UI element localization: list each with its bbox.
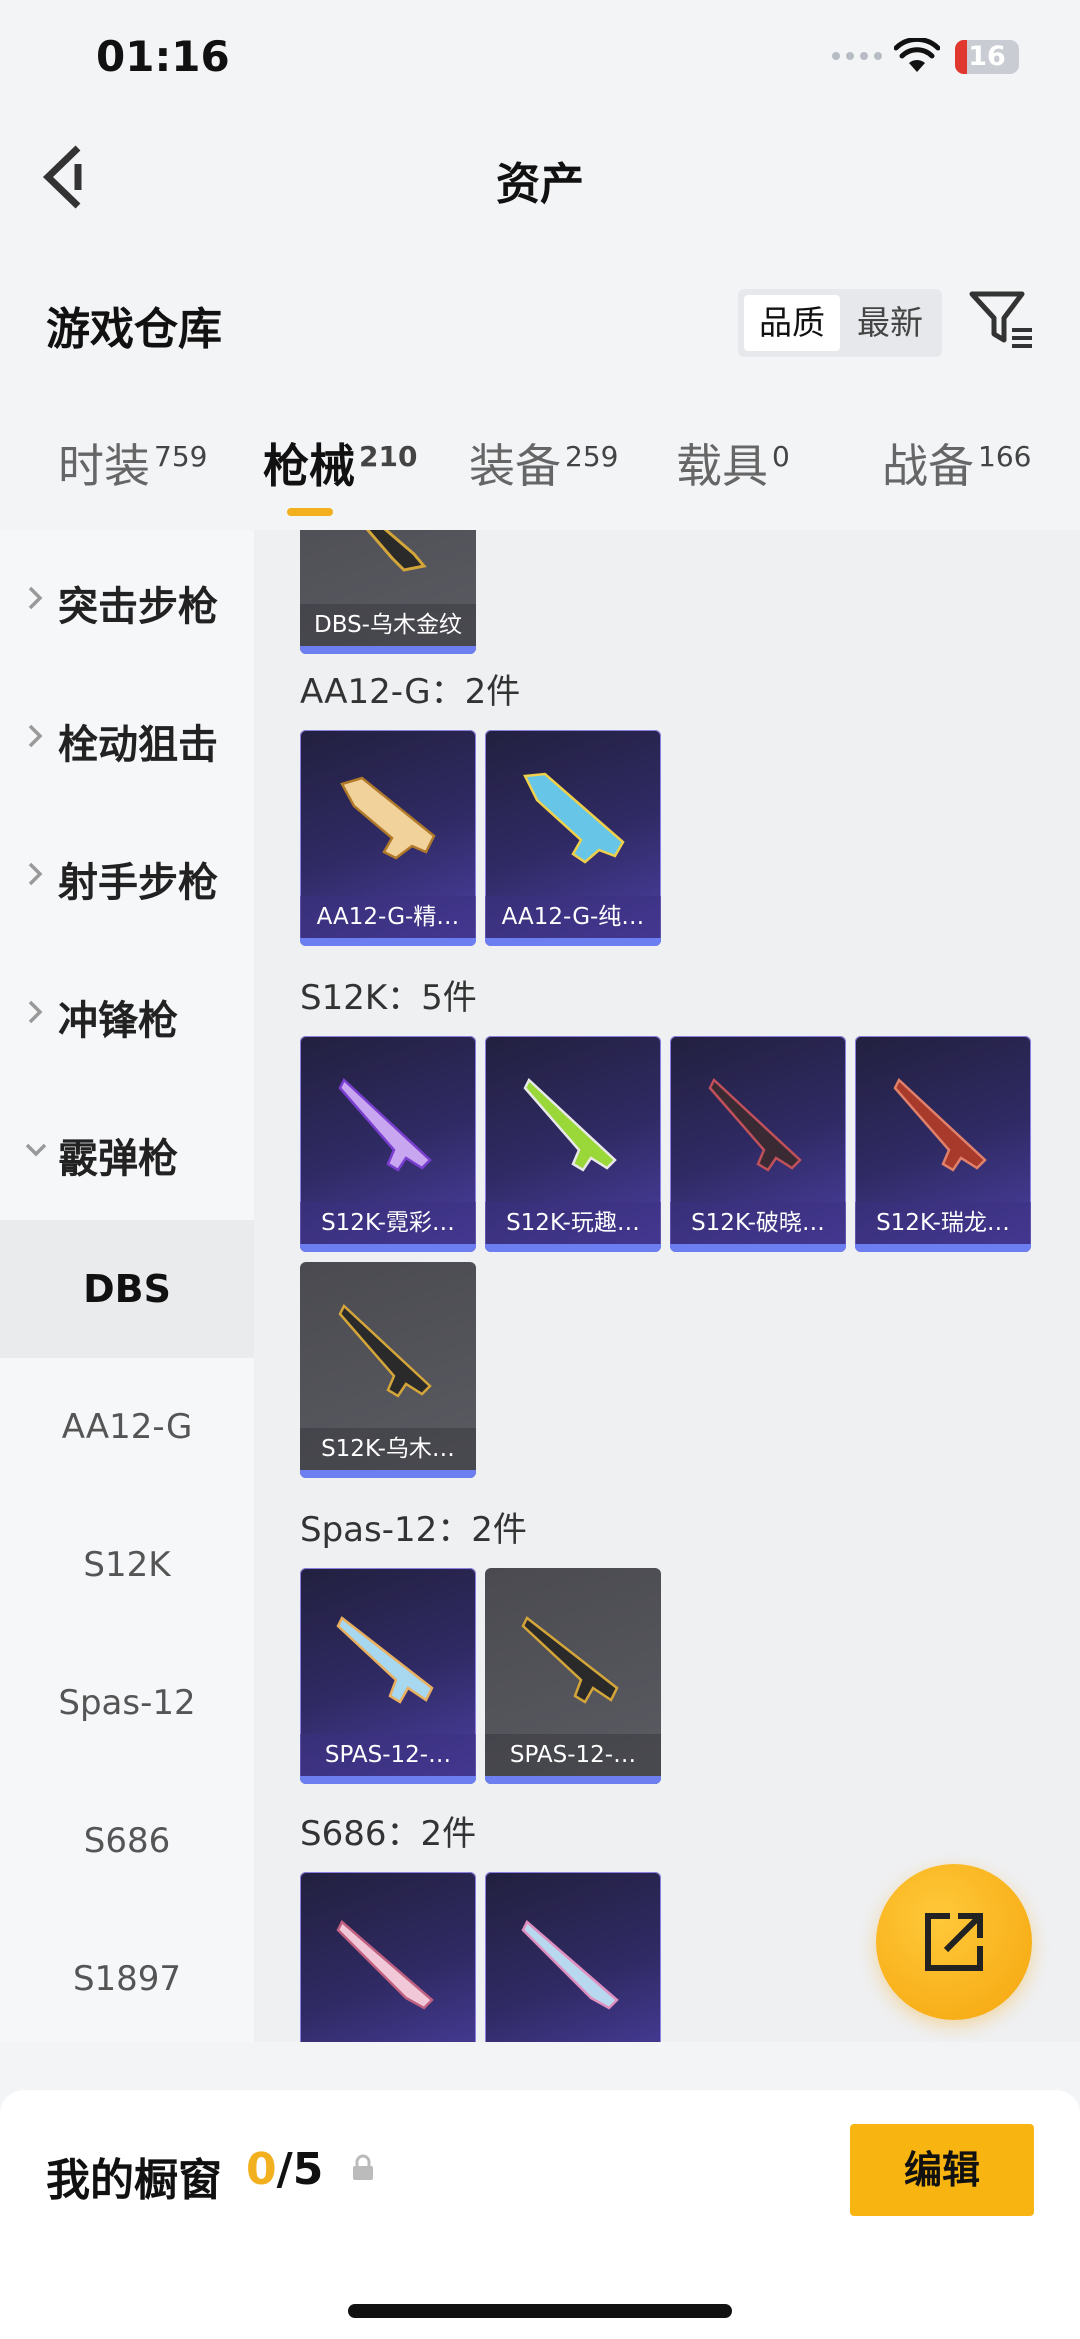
battery-icon: 16 [955, 40, 1019, 74]
sort-latest-button[interactable]: 最新 [842, 295, 938, 351]
item-card-s686-2[interactable] [485, 1872, 661, 2042]
edit-button[interactable]: 编辑 [850, 2124, 1034, 2216]
chevron-right-icon [28, 862, 43, 886]
item-card-s12k-2[interactable]: S12K-玩趣… [485, 1036, 661, 1252]
showcase-count: 0/5 [246, 2144, 324, 2195]
item-card-dbs[interactable]: DBS-乌木金纹 [300, 530, 476, 654]
sidebar-subitem-dbs[interactable]: DBS [0, 1220, 254, 1358]
sidebar-subitem-s686[interactable]: S686 [0, 1772, 254, 1910]
battery-level: 16 [968, 41, 1006, 72]
sidebar-item-bolt-sniper[interactable]: 栓动狙击 [0, 668, 254, 806]
group-title-spas12: Spas-12：2件 [300, 1510, 527, 1550]
item-card-aa12g-2[interactable]: AA12-G-纯… [485, 730, 661, 946]
share-icon [925, 1913, 983, 1971]
home-indicator [348, 2304, 732, 2318]
shotgun-icon [893, 1077, 987, 1172]
chevron-down-icon [25, 1143, 47, 1157]
warehouse-title: 游戏仓库 [46, 304, 222, 355]
shotgun-icon [708, 1077, 802, 1172]
chevron-right-icon [28, 724, 43, 748]
tab-vehicles[interactable]: 载具 0 [676, 430, 790, 496]
shotgun-icon [336, 1920, 434, 2010]
share-button[interactable] [876, 1864, 1032, 2020]
item-card-s12k-3[interactable]: S12K-破晓… [670, 1036, 846, 1252]
showcase-title: 我的橱窗 [46, 2155, 222, 2206]
sidebar-subitem-aa12g[interactable]: AA12-G [0, 1358, 254, 1496]
shotgun-icon [521, 1616, 619, 1704]
tab-firearms[interactable]: 枪械 210 [263, 430, 417, 496]
sidebar-item-marksman-rifle[interactable]: 射手步枪 [0, 806, 254, 944]
sidebar-subitem-s1897[interactable]: S1897 [0, 1910, 254, 2042]
group-title-aa12g: AA12-G：2件 [300, 672, 521, 712]
sidebar-item-smg[interactable]: 冲锋枪 [0, 944, 254, 1082]
group-title-s686: S686：2件 [300, 1814, 477, 1854]
shotgun-icon [523, 1077, 617, 1172]
tab-indicator [287, 508, 333, 516]
item-card-s12k-4[interactable]: S12K-瑞龙… [855, 1036, 1031, 1252]
sort-quality-button[interactable]: 品质 [744, 295, 840, 351]
shotgun-icon [523, 772, 625, 864]
page-title: 资产 [496, 159, 584, 210]
wifi-icon [894, 38, 940, 72]
lock-icon [353, 2154, 373, 2180]
sidebar-subitem-spas12[interactable]: Spas-12 [0, 1634, 254, 1772]
tab-fashion[interactable]: 时装 759 [58, 430, 207, 496]
item-card-s12k-5[interactable]: S12K-乌木… [300, 1262, 476, 1478]
shotgun-icon [336, 1616, 434, 1704]
chevron-right-icon [28, 1000, 43, 1024]
item-card-s12k-1[interactable]: S12K-霓彩… [300, 1036, 476, 1252]
tab-supplies[interactable]: 战备 166 [882, 430, 1031, 496]
chevron-right-icon [28, 586, 43, 610]
sidebar-item-shotgun[interactable]: 霰弹枪 [0, 1082, 254, 1220]
sidebar: 突击步枪 栓动狙击 射手步枪 冲锋枪 霰弹枪 DBS AA12-G S12K S… [0, 530, 254, 2042]
sidebar-subitem-s12k[interactable]: S12K [0, 1496, 254, 1634]
shotgun-icon [521, 1920, 619, 2010]
signal-icon [832, 52, 882, 60]
item-list[interactable]: DBS-乌木金纹 AA12-G：2件 AA12-G-精… AA12-G-纯… S… [254, 530, 1080, 2042]
shotgun-icon [338, 1077, 432, 1172]
shotgun-icon [365, 530, 427, 572]
sidebar-item-assault-rifle[interactable]: 突击步枪 [0, 530, 254, 668]
shotgun-icon [338, 1303, 432, 1398]
group-title-s12k: S12K：5件 [300, 978, 477, 1018]
shotgun-icon [340, 776, 436, 860]
tab-equipment[interactable]: 装备 259 [469, 430, 618, 496]
item-card-aa12g-1[interactable]: AA12-G-精… [300, 730, 476, 946]
status-time: 01:16 [96, 32, 230, 81]
item-card-spas12-1[interactable]: SPAS-12-… [300, 1568, 476, 1784]
filter-icon[interactable] [968, 288, 1034, 354]
item-card-s686-1[interactable] [300, 1872, 476, 2042]
item-card-spas12-2[interactable]: SPAS-12-… [485, 1568, 661, 1784]
sort-toggle: 品质 最新 [738, 289, 942, 357]
